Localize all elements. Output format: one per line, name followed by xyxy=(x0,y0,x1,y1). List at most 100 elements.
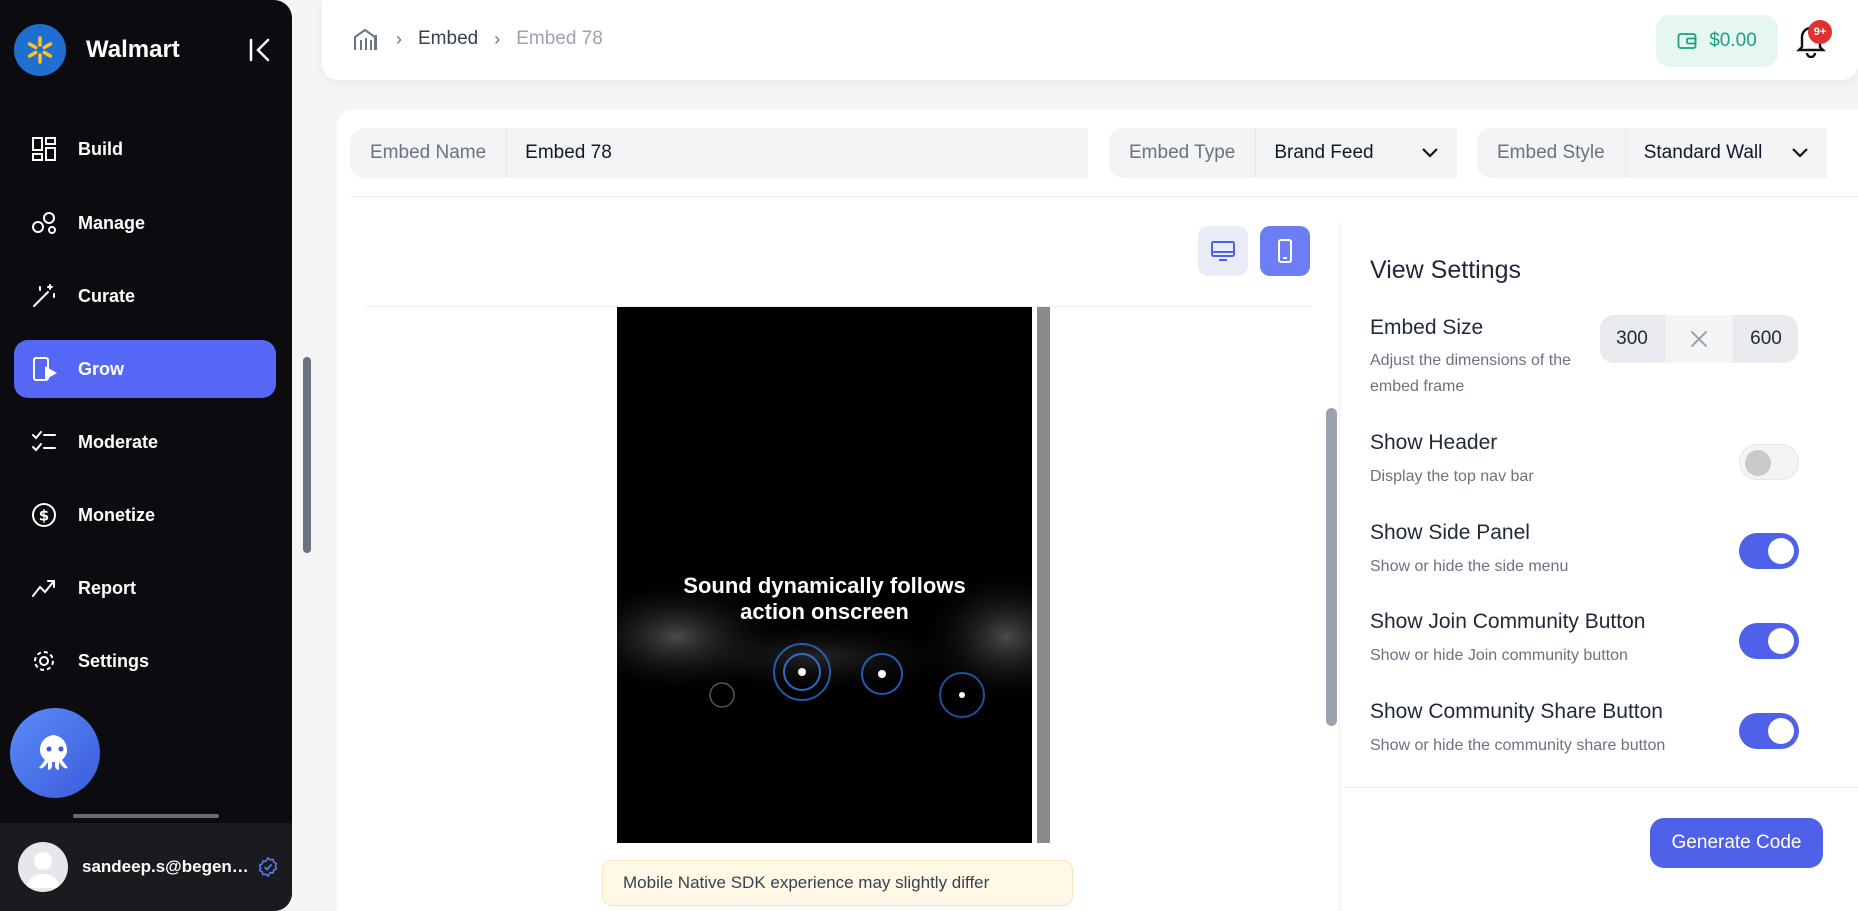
show-side-panel-desc: Show or hide the side menu xyxy=(1370,558,1569,575)
main-panel xyxy=(337,110,1858,911)
sdk-notice: Mobile Native SDK experience may slightl… xyxy=(602,860,1073,906)
embed-size-input: 300 600 xyxy=(1600,315,1798,363)
embed-size-desc: Adjust the dimensions of the embed frame xyxy=(1370,352,1572,395)
show-share-toggle[interactable] xyxy=(1739,713,1799,749)
chevron-down-icon xyxy=(1792,148,1808,158)
dollar-icon: $ xyxy=(32,503,56,527)
bubbles-icon xyxy=(32,212,56,234)
drag-handle[interactable] xyxy=(73,814,219,818)
checklist-icon xyxy=(32,431,56,452)
toggle-knob xyxy=(1768,538,1794,564)
embed-type-select[interactable]: Embed Type Brand Feed xyxy=(1109,128,1457,178)
breadcrumb-current: Embed 78 xyxy=(516,28,603,49)
sidebar-item-build[interactable]: Build xyxy=(14,120,276,178)
sidebar-item-moderate[interactable]: Moderate xyxy=(14,413,276,471)
gear-icon xyxy=(34,651,54,671)
toggle-knob xyxy=(1745,450,1771,476)
sidebar-item-report[interactable]: Report xyxy=(14,559,276,617)
brand[interactable]: Walmart xyxy=(14,24,180,76)
notification-badge: 9+ xyxy=(1808,20,1832,44)
mobile-view-button[interactable] xyxy=(1260,226,1310,276)
show-join-title: Show Join Community Button xyxy=(1370,610,1646,633)
avatar xyxy=(18,842,68,892)
show-join-toggle[interactable] xyxy=(1739,623,1799,659)
sidebar-item-label: Moderate xyxy=(78,431,159,452)
walmart-spark-icon xyxy=(14,24,66,76)
wallet-amount: $0.00 xyxy=(1709,30,1757,51)
show-side-panel-title: Show Side Panel xyxy=(1370,521,1530,544)
verified-badge-icon xyxy=(258,857,278,877)
sidebar-scrollbar[interactable] xyxy=(303,357,311,553)
show-header-title: Show Header xyxy=(1370,431,1498,454)
svg-text:$: $ xyxy=(39,507,49,525)
desktop-view-button[interactable] xyxy=(1198,226,1248,276)
magic-wand-icon xyxy=(33,284,55,307)
embed-width-input[interactable]: 300 xyxy=(1600,315,1664,363)
sidebar-item-label: Grow xyxy=(78,358,125,379)
sidebar-item-label: Monetize xyxy=(78,504,156,525)
home-icon[interactable] xyxy=(352,26,380,52)
sidebar-item-curate[interactable]: Curate xyxy=(14,267,276,325)
show-share-title: Show Community Share Button xyxy=(1370,700,1663,723)
breadcrumb-embed[interactable]: Embed xyxy=(418,28,478,50)
embed-name-input[interactable]: Embed 78 xyxy=(506,128,1088,178)
assistant-bot-button[interactable] xyxy=(10,708,100,798)
embed-name-field[interactable]: Embed Name Embed 78 xyxy=(350,128,1088,178)
sidebar-item-label: Manage xyxy=(78,212,146,233)
embed-type-selected: Brand Feed xyxy=(1274,142,1374,163)
breadcrumb: › Embed › Embed 78 xyxy=(352,26,603,52)
embed-type-value[interactable]: Brand Feed xyxy=(1255,128,1457,178)
collapse-sidebar-icon[interactable] xyxy=(246,36,274,64)
settings-divider xyxy=(1340,787,1858,788)
wallet-icon xyxy=(1677,33,1697,49)
embed-size-title: Embed Size xyxy=(1370,316,1484,339)
sidebar-item-label: Report xyxy=(78,577,136,598)
brand-name: Walmart xyxy=(86,36,180,63)
sidebar-item-monetize[interactable]: $ Monetize xyxy=(14,486,276,544)
sidebar: Walmart Build Manage Curate Grow Moderat… xyxy=(0,0,292,911)
mobile-play-icon xyxy=(33,357,58,381)
show-join-desc: Show or hide Join community button xyxy=(1370,647,1628,664)
vertical-divider xyxy=(1339,222,1340,911)
desktop-icon xyxy=(1211,241,1235,261)
embed-height-input[interactable]: 600 xyxy=(1734,315,1798,363)
chevron-right-icon: › xyxy=(494,28,501,49)
wallet-balance[interactable]: $0.00 xyxy=(1656,15,1778,67)
sidebar-item-settings[interactable]: Settings xyxy=(14,632,276,690)
embed-style-selected: Standard Wall xyxy=(1643,142,1763,163)
toggle-knob xyxy=(1768,628,1794,654)
embed-style-value[interactable]: Standard Wall xyxy=(1624,128,1827,178)
sidebar-item-label: Settings xyxy=(78,650,150,671)
mobile-icon xyxy=(1278,239,1292,263)
embed-name-label: Embed Name xyxy=(350,128,507,178)
preview-scrollbar[interactable] xyxy=(1037,307,1050,843)
trend-icon xyxy=(32,580,55,597)
octopus-icon xyxy=(39,735,68,770)
times-icon xyxy=(1664,315,1734,363)
sidebar-item-grow[interactable]: Grow xyxy=(14,340,276,398)
embed-style-select[interactable]: Embed Style Standard Wall xyxy=(1477,128,1827,178)
show-share-desc: Show or hide the community share button xyxy=(1370,737,1666,754)
settings-title: View Settings xyxy=(1370,256,1522,284)
video-caption: Sound dynamically follows action onscree… xyxy=(617,573,1032,625)
show-side-panel-toggle[interactable] xyxy=(1739,533,1799,569)
grid-icon xyxy=(32,137,56,161)
embed-type-label: Embed Type xyxy=(1109,128,1256,178)
embed-preview-video[interactable]: Sound dynamically follows action onscree… xyxy=(617,307,1032,843)
top-header: › Embed › Embed 78 $0.00 9+ xyxy=(322,0,1858,80)
sidebar-item-label: Curate xyxy=(78,285,136,306)
generate-code-button[interactable]: Generate Code xyxy=(1650,818,1823,868)
divider xyxy=(350,196,1858,197)
caption-line: Sound dynamically follows xyxy=(683,573,966,598)
show-header-toggle[interactable] xyxy=(1739,444,1799,480)
chevron-down-icon xyxy=(1422,148,1438,158)
chevron-right-icon: › xyxy=(396,28,402,49)
sidebar-item-manage[interactable]: Manage xyxy=(14,194,276,252)
user-profile[interactable]: sandeep.s@begenuin.com xyxy=(0,823,292,911)
show-header-desc: Display the top nav bar xyxy=(1370,468,1534,485)
embed-style-label: Embed Style xyxy=(1477,128,1625,178)
sidebar-item-label: Build xyxy=(78,138,123,159)
user-email: sandeep.s@begenuin.com xyxy=(82,857,250,876)
toggle-knob xyxy=(1768,718,1794,744)
preview-area-scrollbar[interactable] xyxy=(1326,408,1337,726)
